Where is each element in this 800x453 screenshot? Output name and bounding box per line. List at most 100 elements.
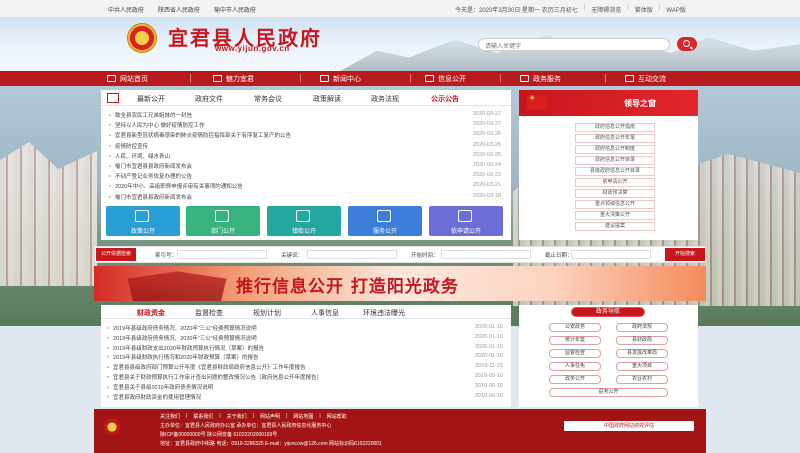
top-bar: 中共人民政府 陕西省人民政府 榆中市人民政府 今天是：2020年3月30日 星期… xyxy=(0,0,800,18)
info-search-bar: 公开依据检索 索引号： 关键词： 开始时间： 截止日期： 开始搜索 xyxy=(94,246,706,263)
tab-regulations[interactable]: 政务法规 xyxy=(371,94,399,104)
leader-panel: 领导之窗 政府信息公开指南 政府信息公开年报 政府信息公开制度 政府信息公开目录… xyxy=(519,90,698,240)
leader-link[interactable]: 重大决策公开 xyxy=(575,211,655,220)
leader-link[interactable]: 建议提案 xyxy=(575,222,655,231)
tab-supervision[interactable]: 监督检查 xyxy=(195,308,223,318)
footer-link[interactable]: 关注我们 xyxy=(160,413,180,420)
list-item[interactable]: 疫情防控宣传 2020-03-25 xyxy=(107,141,505,151)
service-open-button[interactable]: 服务公开 xyxy=(348,206,422,236)
guide-link[interactable]: 政务公开 xyxy=(549,375,601,384)
nav-service[interactable]: 政务服务 xyxy=(520,71,561,86)
leader-link[interactable]: 政府信息公开目录 xyxy=(575,156,655,165)
top-link[interactable]: 中共人民政府 xyxy=(108,5,144,14)
tab-meetings[interactable]: 常务会议 xyxy=(254,94,282,104)
policy-open-button[interactable]: 政策公开 xyxy=(106,206,180,236)
footer-link[interactable]: 网站帮助 xyxy=(327,413,347,420)
tab-latest[interactable]: 最新公开 xyxy=(137,94,165,104)
search-button[interactable] xyxy=(677,37,697,51)
nav-info[interactable]: 信息公开 xyxy=(425,71,466,86)
guide-link[interactable]: 监督检查 xyxy=(549,349,601,358)
document-icon xyxy=(135,210,149,222)
tab-announcements[interactable]: 公示公告 xyxy=(431,94,459,104)
list-item[interactable]: 坚持以人民为中心 做好疫情防控工作 2020-03-27 xyxy=(107,120,505,130)
list-item[interactable]: 宜君县关于县级2019年政府债务情况说明 2019-06-10 xyxy=(105,382,507,392)
slogan-banner: 推行信息公开 打造阳光政务 xyxy=(94,266,706,301)
leader-link[interactable]: 重点领域信息公开 xyxy=(575,200,655,209)
list-item[interactable]: 2019年县级财政执行情况和2020年财政预算（草案）的报告 2020-01-10 xyxy=(105,352,507,362)
start-date-input[interactable] xyxy=(441,250,531,259)
guide-link[interactable]: 重大项目 xyxy=(616,362,668,371)
tab-finance[interactable]: 财政资金 xyxy=(137,308,165,318)
nav-news[interactable]: 新闻中心 xyxy=(320,71,361,86)
end-label: 截止日期： xyxy=(545,253,573,259)
guide-link[interactable]: 县发展改革局 xyxy=(616,349,668,358)
site-url: www.yijun.gov.cn xyxy=(215,44,290,53)
leader-link[interactable]: 政府信息公开指南 xyxy=(575,123,655,132)
apply-open-button[interactable]: 依申请公开 xyxy=(429,206,503,236)
search-placeholder: 请输入关键字 xyxy=(485,44,522,50)
dept-open-button[interactable]: 部门公开 xyxy=(186,206,260,236)
keyword-input[interactable] xyxy=(307,250,397,259)
town-open-button[interactable]: 镇街公开 xyxy=(267,206,341,236)
list-item[interactable]: 2020年中小、高级职称申报评审有关事项的通知公告 2020-03-21 xyxy=(107,181,505,191)
list-item[interactable]: 榆门市宜君县县政府新闻发布会 2020-03-24 xyxy=(107,161,505,171)
top-link[interactable]: 榆中市人民政府 xyxy=(214,5,256,14)
footer-link[interactable]: 联系我们 xyxy=(193,413,213,420)
list-item[interactable]: 2019年县级政府债务情况、2020年“三公”经费预算情况说明 2020-01-1… xyxy=(105,333,507,343)
guide-link[interactable]: 县务公开 xyxy=(549,388,668,397)
guide-link[interactable]: 人事任免 xyxy=(549,362,601,371)
footer-sponsor: 主办单位：宜君县人民政府办公室 承办单位：宜君县人民政府信息化服务中心 xyxy=(160,423,332,429)
town-icon xyxy=(296,210,310,222)
tab-personnel[interactable]: 人事信息 xyxy=(311,308,339,318)
guide-link[interactable]: 农业农村 xyxy=(616,375,668,384)
tab-planning[interactable]: 规划计划 xyxy=(253,308,281,318)
party-emblem-icon xyxy=(104,419,120,435)
slogan-text: 推行信息公开 打造阳光政务 xyxy=(236,277,459,297)
leader-link[interactable]: 依申请公开 xyxy=(575,178,655,187)
traditional-link[interactable]: 繁体版 xyxy=(635,5,653,14)
list-item[interactable]: 致全县农民工兄弟姐妹的一封信 2020-03-27 xyxy=(107,110,505,120)
leader-link[interactable]: 政府信息公开制度 xyxy=(575,145,655,154)
nav-charm[interactable]: 魅力宜君 xyxy=(213,71,254,86)
search-icon xyxy=(683,40,690,47)
guide-link[interactable]: 政府法规 xyxy=(616,323,668,332)
tab-gov-docs[interactable]: 政府文件 xyxy=(195,94,223,104)
wap-link[interactable]: WAP版 xyxy=(666,5,685,14)
top-link[interactable]: 陕西省人民政府 xyxy=(158,5,200,14)
accessibility-link[interactable]: 无障碍浏览 xyxy=(591,5,621,14)
site-footer: 关注我们 | 联系我们 | 关于我们 | 网站声明 | 网站地图 | 网站帮助 主办单位：… xyxy=(94,409,706,453)
list-item[interactable]: 宜君县县级政府部门预算公开年度《宜君县财政局政府信息公开》工作年度报告 2019-… xyxy=(105,362,507,372)
start-search-button[interactable]: 开始搜索 xyxy=(665,248,705,261)
guide-link[interactable]: 统计年鉴 xyxy=(549,336,601,345)
leader-link[interactable]: 政府信息公开年报 xyxy=(575,134,655,143)
landscape-icon xyxy=(213,75,222,82)
building-icon xyxy=(215,210,229,222)
list-item[interactable]: 宜君县政府财政资金的使用管理情况 2019-06-10 xyxy=(105,392,507,402)
nav-interact[interactable]: 互动交流 xyxy=(625,71,666,86)
guide-link[interactable]: 公安政务 xyxy=(549,323,601,332)
footer-link[interactable]: 关于我们 xyxy=(227,413,247,420)
list-item[interactable]: 榆门市宜君县县政府新闻发布会 2020-03-18 xyxy=(107,192,505,202)
list-item[interactable]: 不动产登记业务恢复办理的公告 2020-03-23 xyxy=(107,171,505,181)
search-input[interactable]: 请输入关键字 xyxy=(478,38,670,51)
search-bar-label: 公开依据检索 xyxy=(96,248,136,261)
guide-link[interactable]: 县财政局 xyxy=(616,336,668,345)
footer-link[interactable]: 网站地图 xyxy=(293,413,313,420)
chat-icon xyxy=(625,75,634,82)
list-item[interactable]: 宜君县新型冠状病毒感染的肺炎疫情防控指挥部关于有序复工复产的公告 2020-03-… xyxy=(107,130,505,140)
list-item[interactable]: 2019年县级财政支出2020年财政预算执行情况（草案）的报告 2020-01-1… xyxy=(105,343,507,353)
quick-links: 政策公开 部门公开 镇街公开 服务公开 依申请公开 xyxy=(101,206,511,240)
nav-home[interactable]: 网站首页 xyxy=(107,71,148,86)
list-item[interactable]: 宜君县关于财政预算执行工作审计查出问题的整改情况公告（政府信息公开年度报告） 20… xyxy=(105,372,507,382)
leader-link[interactable]: 财政预决算 xyxy=(575,189,655,198)
index-input[interactable] xyxy=(177,250,267,259)
tab-environment[interactable]: 环境违法曝光 xyxy=(363,308,405,318)
list-item[interactable]: 2019年县级政府债务情况、2020年“三公”经费预算情况说明 2020-01-1… xyxy=(105,323,507,333)
leader-link[interactable]: 县级政府信息公开目录 xyxy=(575,167,655,176)
tab-policy[interactable]: 政策解读 xyxy=(313,94,341,104)
certification-badge[interactable]: 中国政府网站绩效评估 xyxy=(564,421,694,431)
tiananmen-image xyxy=(127,271,227,301)
footer-link[interactable]: 网站声明 xyxy=(260,413,280,420)
end-date-input[interactable] xyxy=(571,250,651,259)
list-item[interactable]: 人民、环境、绿水青山 2020-03-25 xyxy=(107,151,505,161)
